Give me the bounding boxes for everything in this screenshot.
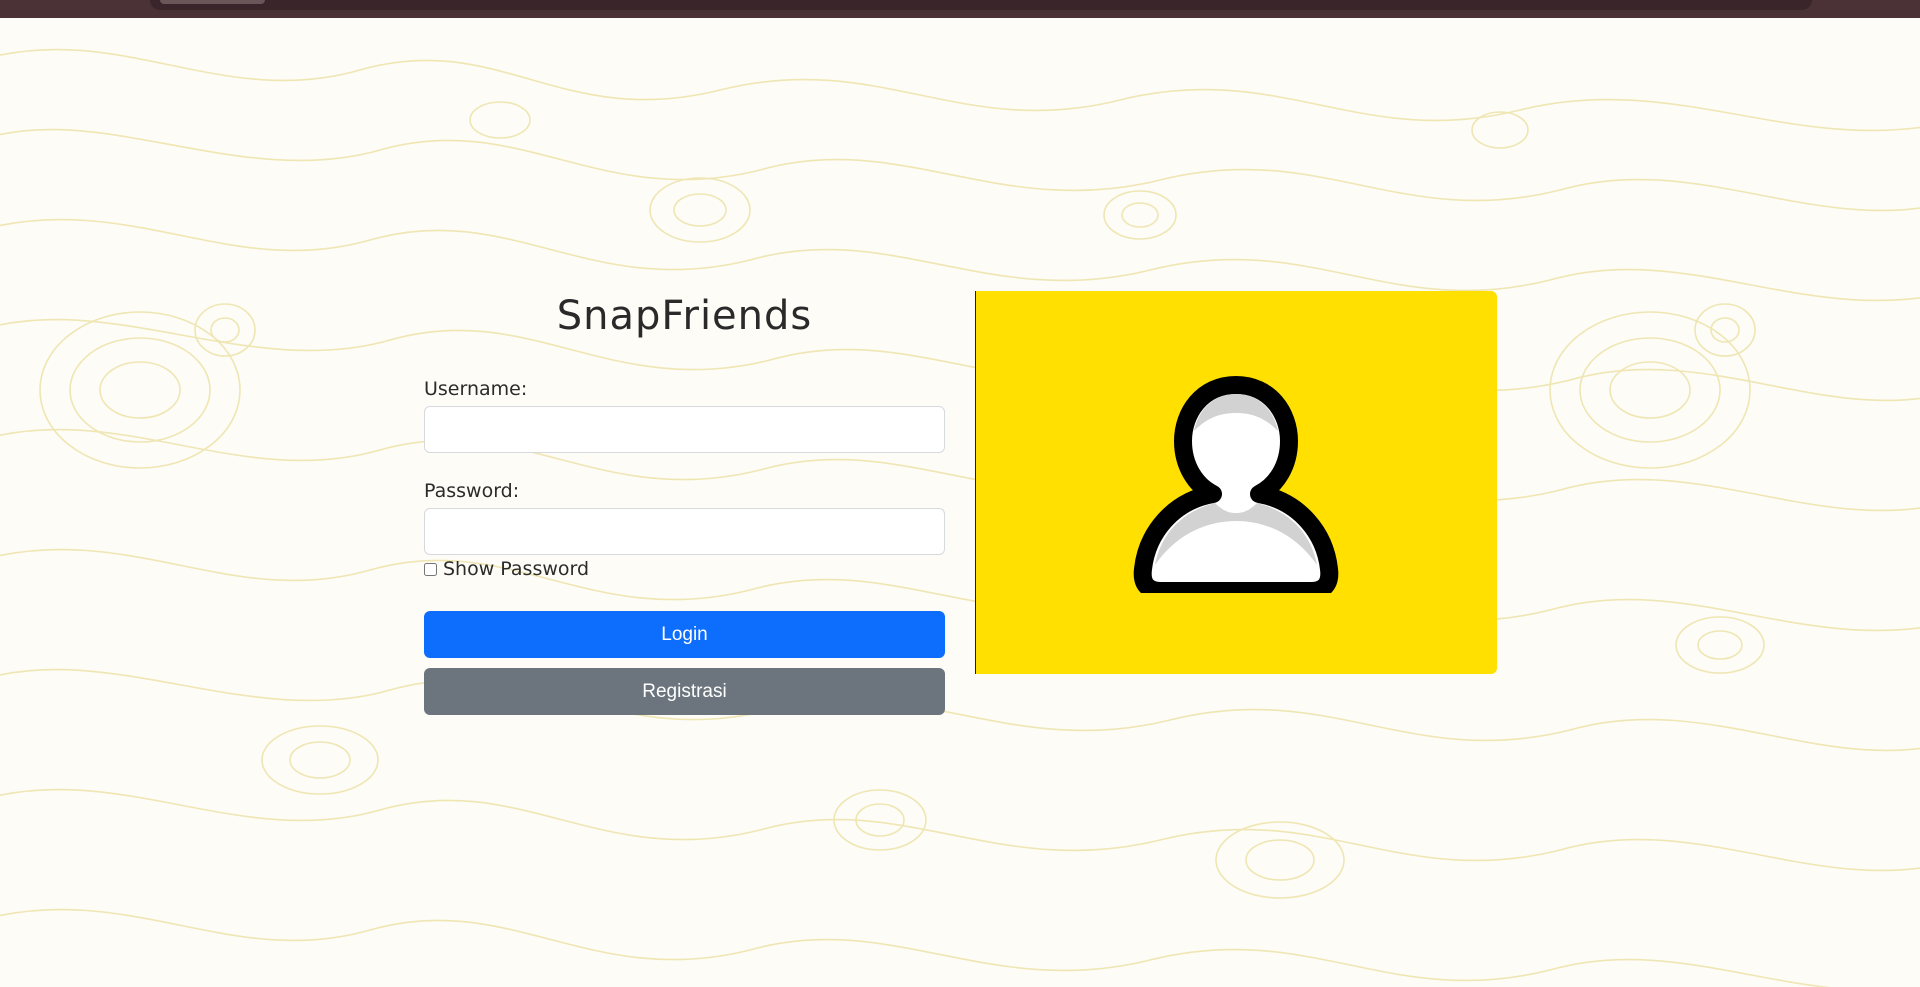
browser-tab-indicator[interactable] (160, 0, 265, 4)
show-password-row: Show Password (424, 558, 589, 580)
username-input[interactable] (424, 406, 945, 453)
show-password-checkbox[interactable] (424, 562, 437, 576)
app-title: SnapFriends (556, 293, 813, 339)
register-button[interactable]: Registrasi (424, 668, 945, 715)
login-button[interactable]: Login (424, 611, 945, 658)
password-label: Password: (424, 480, 520, 502)
avatar-image-panel (975, 291, 1497, 674)
browser-address-area (150, 0, 1812, 10)
login-form: SnapFriends Username: Password: Show Pas… (424, 290, 945, 715)
password-input[interactable] (424, 508, 945, 555)
user-silhouette-icon (1133, 376, 1339, 593)
topographic-background (0, 48, 1920, 987)
username-label: Username: (424, 378, 528, 400)
browser-top-bar (0, 0, 1920, 18)
show-password-label[interactable]: Show Password (443, 558, 589, 580)
